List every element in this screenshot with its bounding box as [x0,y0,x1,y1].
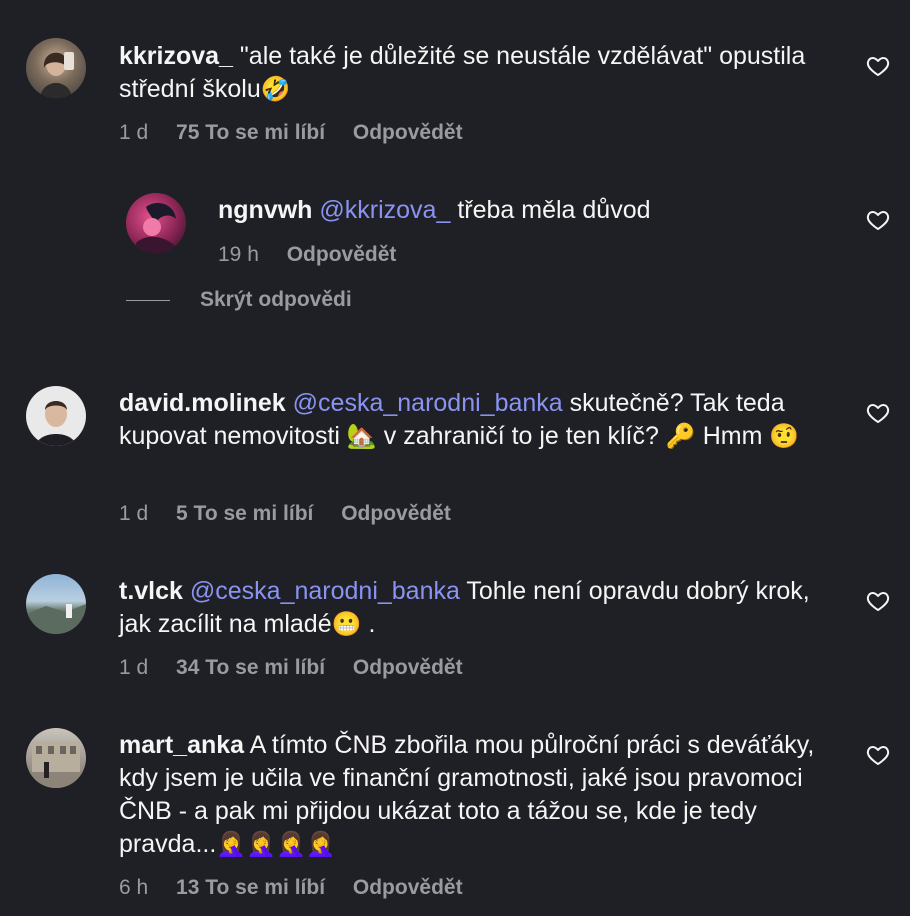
reply-button[interactable]: Odpovědět [353,121,463,144]
comment-text: t.vlck @ceska_narodni_banka Tohle není o… [119,575,839,641]
comment-username[interactable]: david.molinek [119,389,286,417]
hide-replies-label[interactable]: Skrýt odpovědi [200,288,352,312]
avatar[interactable] [26,728,86,788]
avatar[interactable] [26,38,86,98]
avatar[interactable] [26,574,86,634]
comment-body-part2: v zahraničí to je ten klíč? [383,422,659,450]
likes-count[interactable]: 75 To se mi líbí [176,121,325,144]
comment-time: 1 d [119,502,149,525]
comment-time: 1 d [119,656,149,679]
avatar[interactable] [26,386,86,446]
comment-meta: 6 h 13 To se mi líbí Odpovědět [119,876,485,900]
grimacing-emoji-icon: 😬 [331,610,362,638]
likes-count[interactable]: 5 To se mi líbí [176,502,313,525]
comment-meta: 1 d 5 To se mi líbí Odpovědět [119,502,473,526]
reply-button[interactable]: Odpovědět [341,502,451,525]
comment-time: 1 d [119,121,149,144]
hide-replies-button[interactable]: Skrýt odpovědi [126,285,352,315]
comment-meta: 1 d 75 To se mi líbí Odpovědět [119,121,485,145]
likes-count[interactable]: 13 To se mi líbí [176,876,325,899]
comment-text: david.molinek @ceska_narodni_banka skute… [119,387,839,453]
heart-icon[interactable] [866,54,890,78]
reply-button[interactable]: Odpovědět [353,656,463,679]
comment-text: mart_anka A tímto ČNB zbořila mou půlroč… [119,729,849,861]
comment-username[interactable]: kkrizova_ [119,42,233,70]
comment-body: třeba měla důvod [457,196,651,224]
house-emoji-icon: 🏡 [346,422,377,450]
comment-username[interactable]: ngnvwh [218,196,312,224]
comment-body-end: . [368,610,376,638]
avatar[interactable] [126,193,186,253]
comment-username[interactable]: mart_anka [119,731,244,759]
comment-meta: 1 d 34 To se mi líbí Odpovědět [119,656,485,680]
mention-link[interactable]: @ceska_narodni_banka [293,389,563,417]
raised-eyebrow-emoji-icon: 🤨 [769,422,800,450]
comment-text: kkrizova_ "ale také je důležité se neust… [119,40,839,106]
comment-time: 6 h [119,876,149,899]
heart-icon[interactable] [866,208,890,232]
comment-body-part3: Hmm [702,422,763,450]
reply-button[interactable]: Odpovědět [287,243,397,266]
heart-icon[interactable] [866,589,890,613]
mention-link[interactable]: @ceska_narodni_banka [190,577,460,605]
mention-link[interactable]: @kkrizova_ [319,196,450,224]
rofl-emoji-icon: 🤣 [260,75,291,103]
heart-icon[interactable] [866,401,890,425]
divider-line [126,299,170,301]
comment-username[interactable]: t.vlck [119,577,183,605]
heart-icon[interactable] [866,743,890,767]
reply-button[interactable]: Odpovědět [353,876,463,899]
key-emoji-icon: 🔑 [665,422,696,450]
comment-time: 19 h [218,243,259,266]
comment-meta: 19 h Odpovědět [218,243,418,267]
comment-text: ngnvwh @kkrizova_ třeba měla důvod [218,194,838,227]
facepalm-emoji-icon: 🤦‍♀️🤦‍♀️🤦‍♀️🤦‍♀️ [216,830,336,858]
likes-count[interactable]: 34 To se mi líbí [176,656,325,679]
